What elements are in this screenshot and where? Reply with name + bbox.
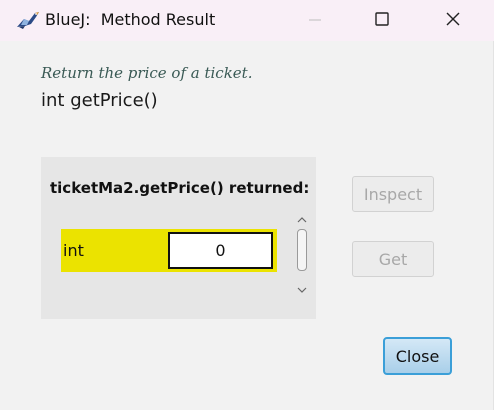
result-value-field[interactable]: 0 (168, 232, 273, 269)
title-bar[interactable]: BlueJ: Method Result (0, 0, 494, 41)
result-heading: ticketMa2.getPrice() returned: (50, 179, 310, 197)
maximize-button[interactable] (359, 0, 405, 41)
result-panel: ticketMa2.getPrice() returned: int 0 (41, 157, 316, 319)
close-window-button[interactable] (430, 0, 476, 41)
scroll-thumb[interactable] (297, 229, 307, 271)
scroll-up-arrow-icon[interactable] (296, 211, 308, 223)
result-row[interactable]: int 0 (61, 229, 277, 272)
result-scrollbar[interactable] (294, 209, 310, 295)
minimize-button[interactable] (292, 0, 338, 41)
method-result-dialog: BlueJ: Method Result Return the price of… (0, 0, 494, 410)
bluej-bird-icon (15, 9, 41, 31)
scroll-down-arrow-icon[interactable] (296, 281, 308, 293)
close-button[interactable]: Close (383, 337, 452, 375)
method-signature: int getPrice() (41, 90, 158, 111)
result-type-label: int (63, 241, 84, 260)
minimize-icon (309, 11, 321, 30)
get-button[interactable]: Get (352, 241, 434, 277)
close-icon (446, 11, 460, 30)
window-title: BlueJ: Method Result (45, 10, 216, 29)
method-description: Return the price of a ticket. (41, 64, 253, 82)
inspect-button[interactable]: Inspect (352, 176, 434, 212)
maximize-icon (375, 11, 389, 30)
